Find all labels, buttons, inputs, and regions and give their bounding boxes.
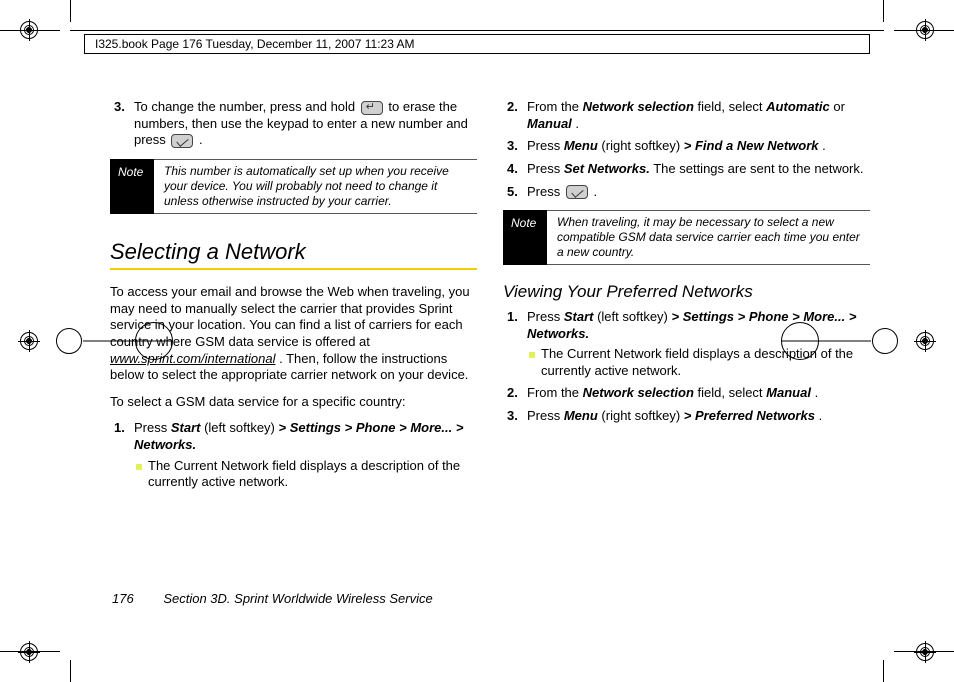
text-run: Press (527, 161, 564, 176)
crop-line (70, 30, 884, 31)
text-run: Press (527, 138, 564, 153)
crop-line (883, 660, 884, 682)
text-run: (left softkey) (204, 420, 278, 435)
text-run: field, select (698, 385, 767, 400)
list-item: 3. Press Menu (right softkey) > Preferre… (503, 408, 870, 425)
list-item: 1. Press Start (left softkey) > Settings… (503, 309, 870, 380)
section-heading: Selecting a Network (110, 238, 477, 270)
list-item: 3. To change the number, press and hold … (110, 99, 477, 149)
list-item: 4. Press Set Networks. The settings are … (503, 161, 870, 178)
step-number: 4. (507, 161, 518, 178)
step-text: . (199, 132, 203, 147)
punch-hole-icon (56, 328, 82, 354)
text-run: (left softkey) (597, 309, 671, 324)
note-label: Note (503, 210, 547, 265)
registration-mark-icon (914, 641, 936, 663)
page-header-bar: I325.book Page 176 Tuesday, December 11,… (84, 34, 870, 54)
list-item: 2. From the Network selection field, sel… (503, 99, 870, 132)
text-run: . (815, 385, 819, 400)
ui-term: Start (171, 420, 201, 435)
registration-mark-icon (18, 330, 40, 352)
step-number: 2. (507, 385, 518, 402)
ui-term: Manual (527, 116, 572, 131)
text-run: . (575, 116, 579, 131)
ui-term: Network selection (583, 385, 694, 400)
ui-term: Manual (766, 385, 811, 400)
ui-term: Automatic (766, 99, 830, 114)
list-item: 3. Press Menu (right softkey) > Find a N… (503, 138, 870, 155)
text-run: Press (527, 184, 564, 199)
text-run: field, select (698, 99, 767, 114)
backspace-key-icon (361, 101, 383, 115)
ui-term: Network selection (583, 99, 694, 114)
note-body: When traveling, it may be necessary to s… (547, 210, 870, 265)
sub-bullet: The Current Network field displays a des… (136, 458, 477, 491)
page-number: 176 (112, 591, 134, 606)
sub-bullet: The Current Network field displays a des… (529, 346, 870, 379)
ui-term: Set Networks. (564, 161, 650, 176)
note-callout: Note When traveling, it may be necessary… (503, 210, 870, 265)
header-text: I325.book Page 176 Tuesday, December 11,… (95, 37, 415, 51)
text-run: From the (527, 99, 583, 114)
step-number: 2. (507, 99, 518, 116)
text-run: Press (527, 408, 564, 423)
text-run: Press (527, 309, 564, 324)
body-paragraph: To select a GSM data service for a speci… (110, 394, 477, 411)
subsection-heading: Viewing Your Preferred Networks (503, 281, 870, 303)
footer-section-title: Section 3D. Sprint Worldwide Wireless Se… (163, 591, 432, 606)
link-text: www.sprint.com/international (110, 351, 275, 366)
text-run: (right softkey) (601, 138, 683, 153)
registration-mark-icon (914, 330, 936, 352)
ui-path: > Find a New Network (684, 138, 819, 153)
text-run: or (833, 99, 845, 114)
ui-path: > Preferred Networks (684, 408, 815, 423)
text-run: Press (134, 420, 171, 435)
step-number: 5. (507, 184, 518, 201)
ui-term: Start (564, 309, 594, 324)
text-run: . (819, 408, 823, 423)
note-body: This number is automatically set up when… (154, 159, 477, 214)
step-number: 1. (114, 420, 125, 437)
ok-key-icon (566, 185, 588, 199)
crop-line (70, 660, 71, 682)
text-run: . (822, 138, 826, 153)
text-run: To access your email and browse the Web … (110, 284, 470, 349)
ok-key-icon (171, 134, 193, 148)
text-run: The settings are sent to the network. (653, 161, 863, 176)
crop-line (883, 0, 884, 22)
punch-hole-icon (872, 328, 898, 354)
step-number: 3. (507, 138, 518, 155)
note-label: Note (110, 159, 154, 214)
list-item: 1. Press Start (left softkey) > Settings… (110, 420, 477, 491)
list-item: 2. From the Network selection field, sel… (503, 385, 870, 402)
page-content: 3. To change the number, press and hold … (110, 96, 870, 622)
registration-mark-icon (18, 19, 40, 41)
page-footer: 176 Section 3D. Sprint Worldwide Wireles… (112, 591, 433, 606)
step-text: To change the number, press and hold (134, 99, 359, 114)
text-run: (right softkey) (601, 408, 683, 423)
left-column: 3. To change the number, press and hold … (110, 96, 477, 622)
body-paragraph: To access your email and browse the Web … (110, 284, 477, 384)
registration-mark-icon (914, 19, 936, 41)
step-number: 3. (114, 99, 125, 116)
note-callout: Note This number is automatically set up… (110, 159, 477, 214)
list-item: 5. Press . (503, 184, 870, 201)
registration-mark-icon (18, 641, 40, 663)
ui-term: Menu (564, 138, 598, 153)
crop-line (70, 0, 71, 22)
text-run: From the (527, 385, 583, 400)
ui-term: Menu (564, 408, 598, 423)
step-number: 1. (507, 309, 518, 326)
step-number: 3. (507, 408, 518, 425)
text-run: . (593, 184, 597, 199)
right-column: 2. From the Network selection field, sel… (503, 96, 870, 622)
